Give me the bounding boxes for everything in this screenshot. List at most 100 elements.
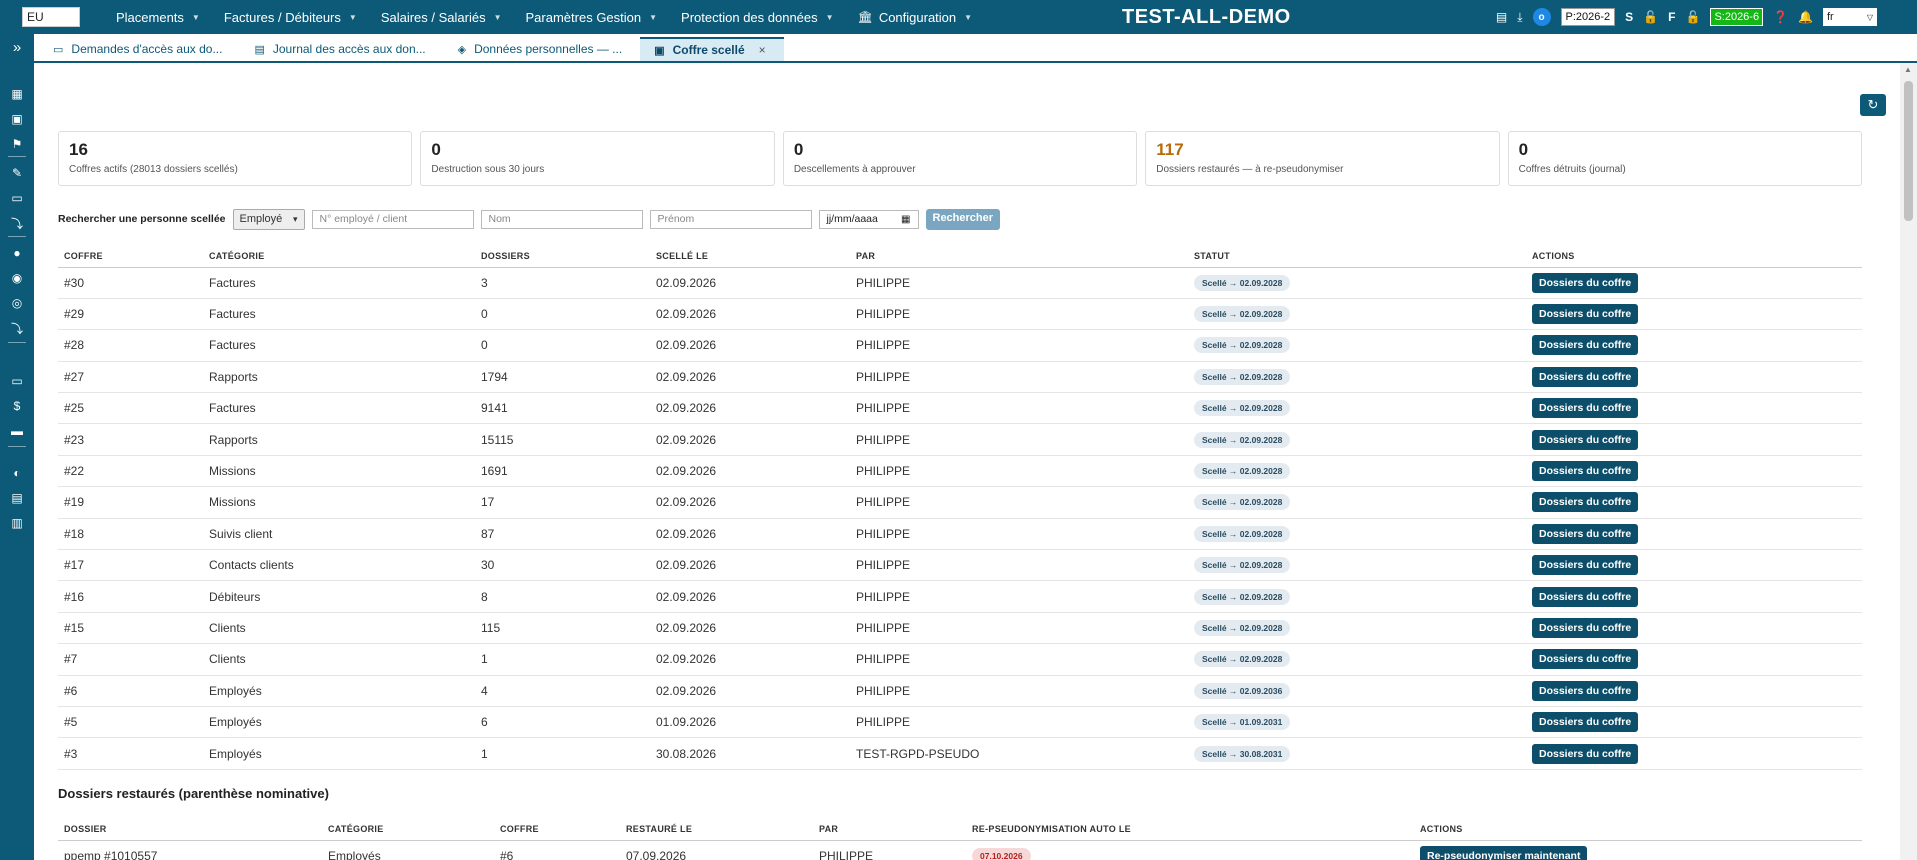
vault-files-button[interactable]: Dossiers du coffre [1532,649,1639,670]
table-row: #27 Rapports 1794 02.09.2026 PHILIPPE Scellé … [58,361,1862,394]
vault-files-button[interactable]: Dossiers du coffre [1532,398,1639,419]
vault-category: Contacts clients [203,549,475,582]
tab-coffre-scelle[interactable]: ▣ Coffre scellé × [640,37,784,61]
expand-sidebar-icon[interactable]: » [0,36,34,58]
status-badge: Scellé → 02.09.2028 [1194,431,1291,448]
vault-files-button[interactable]: Dossiers du coffre [1532,366,1639,387]
vault-files-button[interactable]: Dossiers du coffre [1532,429,1639,450]
file-invoice-icon[interactable]: ▤ [0,487,34,509]
hand-money-icon[interactable]: ⤵ [0,212,34,234]
kpi-label: Destruction sous 30 jours [431,164,545,175]
unlock-icon[interactable]: 🔓 [1685,10,1700,24]
vault-files-button[interactable]: Dossiers du coffre [1532,304,1639,325]
menu-factures-debiteurs[interactable]: Factures / Débiteurs ▼ [212,0,369,34]
status-badge: Scellé → 02.09.2028 [1194,525,1291,542]
menu-parametres-gestion[interactable]: Paramètres Gestion ▼ [514,0,670,34]
name-input[interactable]: Nom [480,209,643,229]
close-icon[interactable]: × [759,43,766,57]
scroll-up-icon[interactable]: ▲ [1904,65,1912,74]
menu-label: Protection des données [681,9,818,25]
layers-icon[interactable]: ▤ [1496,10,1507,24]
tab-label: Coffre scellé [672,43,745,57]
vault-files-button[interactable]: Dossiers du coffre [1532,335,1639,356]
vault-status-cell: Scellé → 30.08.2031 [1188,737,1526,770]
vault-files-button[interactable]: Dossiers du coffre [1532,272,1639,293]
user-icon[interactable]: ● [0,242,34,264]
re-pseudonymize-button[interactable]: Re-pseudonymiser maintenant [1420,845,1588,860]
vault-files-button[interactable]: Dossiers du coffre [1532,492,1639,513]
refresh-button[interactable]: ↻ [1860,94,1886,116]
calendar-icon[interactable]: ▦ [901,214,910,225]
table-row: #3 Employés 1 30.08.2026 TEST-RGPD-PSEUDO Sce… [58,737,1862,770]
number-input[interactable]: N° employé / client [311,209,474,229]
menu-protection-donnees[interactable]: Protection des données ▼ [669,0,846,34]
firstname-input[interactable]: Prénom [649,209,812,229]
restored-body: ppemp #1010557 Employés #6 07.09.2026 PHILIP… [58,840,1862,860]
status-badge: Scellé → 02.09.2028 [1194,588,1291,605]
document-icon: ▤ [254,43,265,56]
vault-sealed-by: PHILIPPE [850,549,1188,582]
table-row: #15 Clients 115 02.09.2026 PHILIPPE Scellé → … [58,612,1862,645]
vault-sealed-date: 02.09.2026 [650,298,850,331]
vault-category: Clients [203,612,475,645]
vault-files-button[interactable]: Dossiers du coffre [1532,586,1639,607]
id-card-icon[interactable]: ▭ [0,187,34,209]
column-header: Actions [1526,245,1862,268]
tab-journal-acces[interactable]: ▤ Journal des accès aux don... [240,37,443,61]
vault-sealed-by: PHILIPPE [850,518,1188,551]
period-field[interactable]: P:2026-2 [1560,8,1616,26]
calendar-icon[interactable]: ▣ [0,108,34,130]
hand-coin-icon[interactable]: ⤵ [0,317,34,339]
menu-salaires-salaries[interactable]: Salaires / Salariés ▼ [369,0,514,34]
pencil-icon[interactable]: ✎ [0,162,34,184]
date-input[interactable]: jj/mm/aaaa ▦ [818,209,919,229]
menu-placements[interactable]: Placements ▼ [104,0,212,34]
bell-icon[interactable]: 🔔 [1798,10,1813,24]
table-row: #7 Clients 1 02.09.2026 PHILIPPE Scellé → 02.… [58,643,1862,676]
auto-date-badge: 07.10.2026 [972,847,1031,860]
lock-icon[interactable]: 🔓 [1643,10,1658,24]
tab-demandes-acces[interactable]: ▭ Demandes d'accès aux do... [39,37,240,61]
table-row: #28 Factures 0 02.09.2026 PHILIPPE Scellé → 0… [58,329,1862,362]
table-row: #30 Factures 3 02.09.2026 PHILIPPE Scellé → 0… [58,267,1862,299]
search-button[interactable]: Rechercher [925,208,1001,230]
status-badge: Scellé → 02.09.2028 [1194,494,1291,511]
vault-files-button[interactable]: Dossiers du coffre [1532,680,1639,701]
search-label: Rechercher une personne scellée [58,213,226,225]
tab-donnees-personnelles[interactable]: ◈ Données personnelles — ... [444,37,641,61]
vault-files-button[interactable]: Dossiers du coffre [1532,555,1639,576]
session-field[interactable]: S:2026-6 [1710,8,1764,26]
vault-files-button[interactable]: Dossiers du coffre [1532,523,1639,544]
wallet-icon[interactable]: ▬ [0,420,34,442]
vault-id: #16 [58,580,203,613]
vault-files: 1 [475,737,650,770]
language-select[interactable]: fr ▽ [1823,8,1877,26]
calendar-grid-icon[interactable]: ▦ [0,83,34,105]
dollar-icon[interactable]: $ [0,395,34,417]
vault-status-cell: Scellé → 02.09.2028 [1188,612,1526,645]
user-settings-icon[interactable]: ◐ [0,462,34,484]
vault-actions-cell: Dossiers du coffre [1526,423,1862,456]
scroll-thumb[interactable] [1904,81,1913,221]
scrollbar[interactable]: ▲ [1900,63,1917,860]
s-toggle[interactable]: S [1625,10,1633,24]
download-icon[interactable]: ⤓ [1517,10,1522,25]
help-icon[interactable]: ❓ [1773,10,1788,24]
vault-files: 0 [475,298,650,331]
person-type-value: Employé [239,213,283,225]
vault-files-button[interactable]: Dossiers du coffre [1532,617,1639,638]
building-icon[interactable]: ▥ [0,512,34,534]
f-toggle[interactable]: F [1668,10,1675,24]
id-badge-icon[interactable]: ▭ [0,370,34,392]
person-type-select[interactable]: Employé ▾ [232,208,305,230]
users-icon[interactable]: ◉ [0,267,34,289]
vault-files-button[interactable]: Dossiers du coffre [1532,712,1639,733]
vault-actions-cell: Dossiers du coffre [1526,580,1862,613]
vault-files-button[interactable]: Dossiers du coffre [1532,461,1639,482]
vault-files-button[interactable]: Dossiers du coffre [1532,743,1639,764]
user-cog-icon[interactable]: ◎ [0,292,34,314]
flag-icon[interactable]: ⚑ [0,133,34,155]
avatar[interactable]: o [1532,8,1551,26]
company-select[interactable]: EU [22,7,80,27]
menu-configuration[interactable]: 🏛 Configuration ▼ [846,0,984,34]
